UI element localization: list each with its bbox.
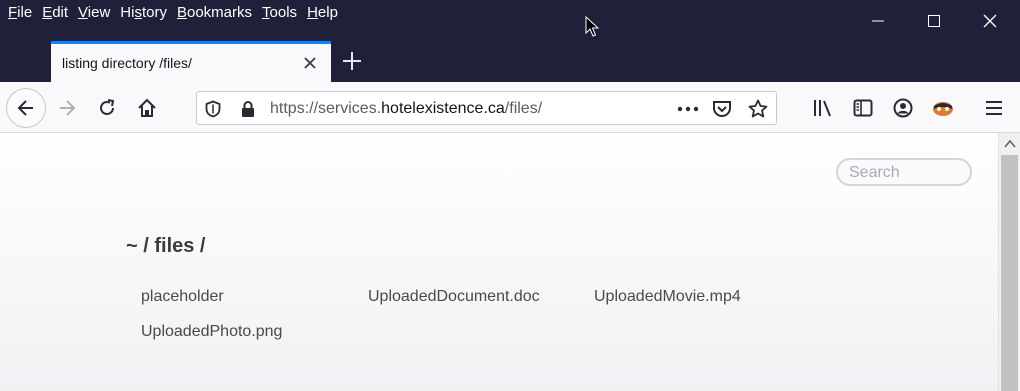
sidebar-icon [853,99,873,117]
menu-bar: File Edit View History Bookmarks Tools H… [0,3,343,23]
tab-strip: listing directory /files/ [0,41,1020,82]
menu-help[interactable]: Help [302,3,343,23]
extension-button[interactable] [927,92,959,124]
sidebar-button[interactable] [847,92,879,124]
tab-title: listing directory /files/ [62,55,192,71]
menu-view[interactable]: View [73,3,115,23]
tracking-protection-button[interactable] [199,95,227,123]
menu-bookmarks[interactable]: Bookmarks [172,3,257,23]
shield-icon [205,100,221,118]
site-info-button[interactable] [234,95,262,123]
reload-icon [100,99,115,115]
maximize-button[interactable] [906,0,962,41]
back-button[interactable] [6,88,46,128]
maximize-icon [928,14,940,27]
scroll-up-arrow-icon[interactable] [1004,139,1016,149]
extension-icon [933,102,953,116]
pocket-icon [713,101,731,117]
file-link-placeholder[interactable]: placeholder [141,288,224,306]
library-button[interactable] [807,92,839,124]
forward-arrow-icon [60,100,76,116]
minimize-button[interactable] [850,0,906,41]
reload-button[interactable] [91,92,123,124]
minimize-icon [872,20,884,21]
search-input[interactable]: Search [836,158,972,186]
menu-edit[interactable]: Edit [37,3,73,23]
hamburger-menu-icon [986,101,1002,115]
url-text[interactable]: https://services.hotelexistence.ca/files… [270,100,542,118]
back-arrow-icon [17,100,33,116]
app-menu-button[interactable] [978,92,1010,124]
tab-active[interactable]: listing directory /files/ [51,41,331,82]
page-actions-button[interactable] [674,95,702,123]
library-icon [814,100,831,117]
breadcrumb: ~ / files / [126,235,206,257]
star-icon [748,99,768,118]
more-icon [677,106,699,112]
home-button[interactable] [131,92,163,124]
close-icon [983,14,997,27]
new-tab-icon[interactable] [340,49,364,73]
account-button[interactable] [887,92,919,124]
menu-history[interactable]: History [115,3,172,23]
pocket-button[interactable] [708,95,736,123]
forward-button[interactable] [51,92,83,124]
navigation-toolbar: https://services.hotelexistence.ca/files… [0,82,1020,133]
file-link-uploaded-document[interactable]: UploadedDocument.doc [368,288,540,306]
mouse-cursor-icon [585,16,599,37]
page-content: Search ~ / files / placeholder UploadedD… [0,133,998,391]
file-link-uploaded-photo[interactable]: UploadedPhoto.png [141,323,282,341]
menu-tools[interactable]: Tools [257,3,302,23]
menu-file[interactable]: File [0,3,37,23]
tab-close-icon[interactable] [301,54,319,72]
lock-icon [242,101,254,117]
bookmark-star-button[interactable] [744,95,772,123]
title-bar: File Edit View History Bookmarks Tools H… [0,0,1020,41]
scrollbar-thumb[interactable] [1001,155,1018,391]
close-window-button[interactable] [962,0,1018,41]
home-icon [138,98,156,117]
vertical-scrollbar[interactable] [998,133,1020,391]
account-icon [893,98,913,118]
url-bar[interactable]: https://services.hotelexistence.ca/files… [196,91,777,125]
file-link-uploaded-movie[interactable]: UploadedMovie.mp4 [594,288,741,306]
